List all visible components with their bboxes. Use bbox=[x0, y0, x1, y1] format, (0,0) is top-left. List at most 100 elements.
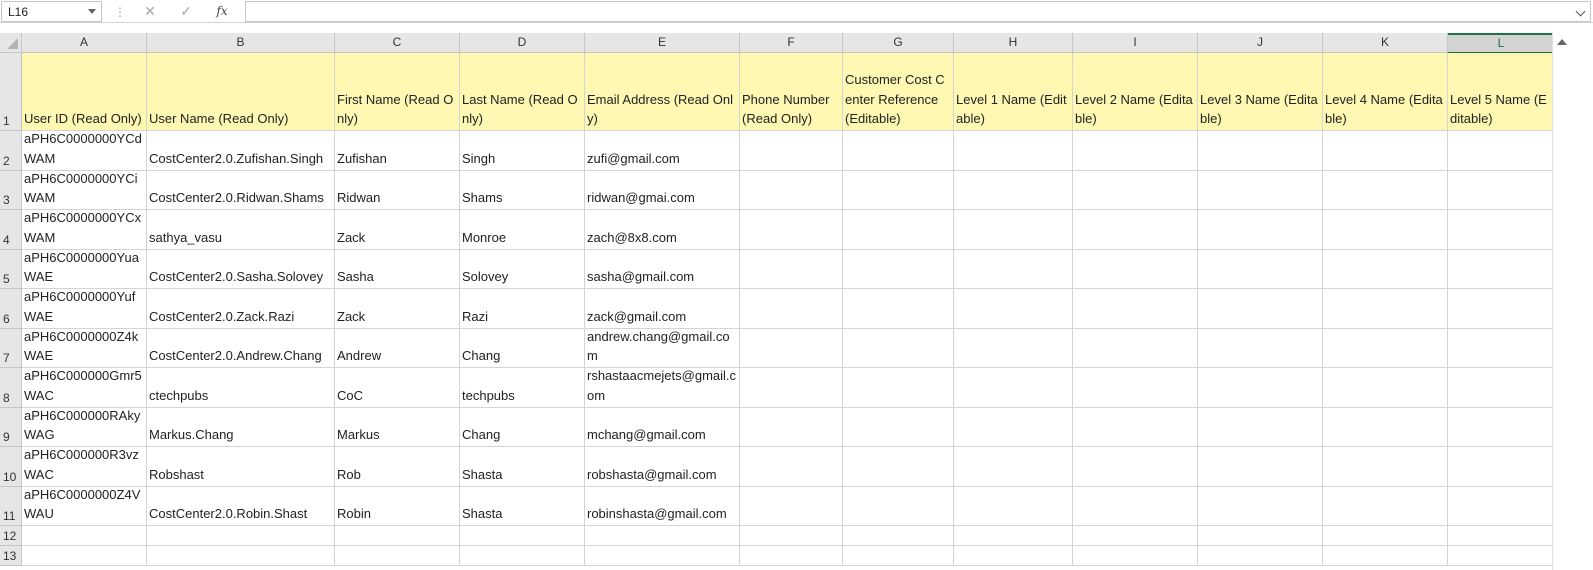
cell-i5[interactable] bbox=[1073, 249, 1198, 289]
row-header-7[interactable]: 7 bbox=[0, 328, 22, 368]
cell-f6[interactable] bbox=[740, 289, 843, 329]
cell-g10[interactable] bbox=[843, 447, 954, 487]
cell-g5[interactable] bbox=[843, 249, 954, 289]
row-header-12[interactable]: 12 bbox=[0, 526, 22, 546]
cell-f2[interactable] bbox=[740, 131, 843, 171]
cell-l7[interactable] bbox=[1448, 328, 1555, 368]
cell-h1[interactable]: Level 1 Name (Editable) bbox=[954, 53, 1073, 131]
cell-e12[interactable] bbox=[585, 526, 740, 546]
cell-l1[interactable]: Level 5 Name (Editable) bbox=[1448, 53, 1555, 131]
cell-l4[interactable] bbox=[1448, 210, 1555, 250]
cell-e5[interactable]: sasha@gmail.com bbox=[585, 249, 740, 289]
cell-g1[interactable]: Customer Cost Center Reference (Editable… bbox=[843, 53, 954, 131]
cell-b6[interactable]: CostCenter2.0.Zack.Razi bbox=[147, 289, 335, 329]
cell-c1[interactable]: First Name (Read Only) bbox=[335, 53, 460, 131]
cell-b12[interactable] bbox=[147, 526, 335, 546]
cell-d2[interactable]: Singh bbox=[460, 131, 585, 171]
cell-b7[interactable]: CostCenter2.0.Andrew.Chang bbox=[147, 328, 335, 368]
cell-d5[interactable]: Solovey bbox=[460, 249, 585, 289]
cell-h12[interactable] bbox=[954, 526, 1073, 546]
cell-g4[interactable] bbox=[843, 210, 954, 250]
cell-k4[interactable] bbox=[1323, 210, 1448, 250]
cell-e11[interactable]: robinshasta@gmail.com bbox=[585, 486, 740, 526]
cell-e6[interactable]: zack@gmail.com bbox=[585, 289, 740, 329]
column-header-g[interactable]: G bbox=[843, 33, 954, 53]
cell-b4[interactable]: sathya_vasu bbox=[147, 210, 335, 250]
cell-l10[interactable] bbox=[1448, 447, 1555, 487]
cell-c4[interactable]: Zack bbox=[335, 210, 460, 250]
cell-a3[interactable]: aPH6C0000000YCiWAM bbox=[22, 170, 147, 210]
cell-b5[interactable]: CostCenter2.0.Sasha.Solovey bbox=[147, 249, 335, 289]
column-header-d[interactable]: D bbox=[460, 33, 585, 53]
select-all-button[interactable] bbox=[0, 33, 22, 53]
cell-j11[interactable] bbox=[1198, 486, 1323, 526]
cell-e2[interactable]: zufi@gmail.com bbox=[585, 131, 740, 171]
cell-a10[interactable]: aPH6C000000R3vzWAC bbox=[22, 447, 147, 487]
cell-l6[interactable] bbox=[1448, 289, 1555, 329]
cell-h3[interactable] bbox=[954, 170, 1073, 210]
cell-i7[interactable] bbox=[1073, 328, 1198, 368]
cell-i11[interactable] bbox=[1073, 486, 1198, 526]
cell-l2[interactable] bbox=[1448, 131, 1555, 171]
cell-f12[interactable] bbox=[740, 526, 843, 546]
cell-d9[interactable]: Chang bbox=[460, 407, 585, 447]
cell-f1[interactable]: Phone Number (Read Only) bbox=[740, 53, 843, 131]
row-header-8[interactable]: 8 bbox=[0, 368, 22, 408]
cell-f9[interactable] bbox=[740, 407, 843, 447]
row-header-10[interactable]: 10 bbox=[0, 447, 22, 487]
cell-i13[interactable] bbox=[1073, 546, 1198, 566]
cell-j2[interactable] bbox=[1198, 131, 1323, 171]
cell-e4[interactable]: zach@8x8.com bbox=[585, 210, 740, 250]
cell-k3[interactable] bbox=[1323, 170, 1448, 210]
cell-i9[interactable] bbox=[1073, 407, 1198, 447]
cell-l9[interactable] bbox=[1448, 407, 1555, 447]
row-header-4[interactable]: 4 bbox=[0, 210, 22, 250]
cell-e10[interactable]: robshasta@gmail.com bbox=[585, 447, 740, 487]
cell-e13[interactable] bbox=[585, 546, 740, 566]
cell-a5[interactable]: aPH6C0000000YuaWAE bbox=[22, 249, 147, 289]
cell-k7[interactable] bbox=[1323, 328, 1448, 368]
cell-c13[interactable] bbox=[335, 546, 460, 566]
cell-l13[interactable] bbox=[1448, 546, 1555, 566]
cell-h11[interactable] bbox=[954, 486, 1073, 526]
row-header-3[interactable]: 3 bbox=[0, 170, 22, 210]
row-header-5[interactable]: 5 bbox=[0, 249, 22, 289]
cell-l5[interactable] bbox=[1448, 249, 1555, 289]
cell-j7[interactable] bbox=[1198, 328, 1323, 368]
cell-l8[interactable] bbox=[1448, 368, 1555, 408]
cell-l3[interactable] bbox=[1448, 170, 1555, 210]
cell-g11[interactable] bbox=[843, 486, 954, 526]
cell-h7[interactable] bbox=[954, 328, 1073, 368]
row-header-1[interactable]: 1 bbox=[0, 53, 22, 131]
cell-i10[interactable] bbox=[1073, 447, 1198, 487]
cell-b11[interactable]: CostCenter2.0.Robin.Shast bbox=[147, 486, 335, 526]
cell-g8[interactable] bbox=[843, 368, 954, 408]
cell-j1[interactable]: Level 3 Name (Editable) bbox=[1198, 53, 1323, 131]
column-header-b[interactable]: B bbox=[147, 33, 335, 53]
row-header-11[interactable]: 11 bbox=[0, 486, 22, 526]
cell-j10[interactable] bbox=[1198, 447, 1323, 487]
cell-d8[interactable]: techpubs bbox=[460, 368, 585, 408]
name-box[interactable]: L16 bbox=[1, 1, 102, 22]
column-header-l[interactable]: L bbox=[1448, 33, 1555, 53]
cell-c2[interactable]: Zufishan bbox=[335, 131, 460, 171]
cell-f11[interactable] bbox=[740, 486, 843, 526]
cell-i2[interactable] bbox=[1073, 131, 1198, 171]
column-header-c[interactable]: C bbox=[335, 33, 460, 53]
row-header-9[interactable]: 9 bbox=[0, 407, 22, 447]
column-header-k[interactable]: K bbox=[1323, 33, 1448, 53]
cell-k2[interactable] bbox=[1323, 131, 1448, 171]
cell-d6[interactable]: Razi bbox=[460, 289, 585, 329]
cell-j13[interactable] bbox=[1198, 546, 1323, 566]
cell-e7[interactable]: andrew.chang@gmail.com bbox=[585, 328, 740, 368]
cell-b9[interactable]: Markus.Chang bbox=[147, 407, 335, 447]
cell-a6[interactable]: aPH6C0000000YufWAE bbox=[22, 289, 147, 329]
cell-k1[interactable]: Level 4 Name (Editable) bbox=[1323, 53, 1448, 131]
cell-d3[interactable]: Shams bbox=[460, 170, 585, 210]
cell-d13[interactable] bbox=[460, 546, 585, 566]
cell-f4[interactable] bbox=[740, 210, 843, 250]
cell-j5[interactable] bbox=[1198, 249, 1323, 289]
column-header-j[interactable]: J bbox=[1198, 33, 1323, 53]
cell-k10[interactable] bbox=[1323, 447, 1448, 487]
cell-a8[interactable]: aPH6C000000Gmr5WAC bbox=[22, 368, 147, 408]
